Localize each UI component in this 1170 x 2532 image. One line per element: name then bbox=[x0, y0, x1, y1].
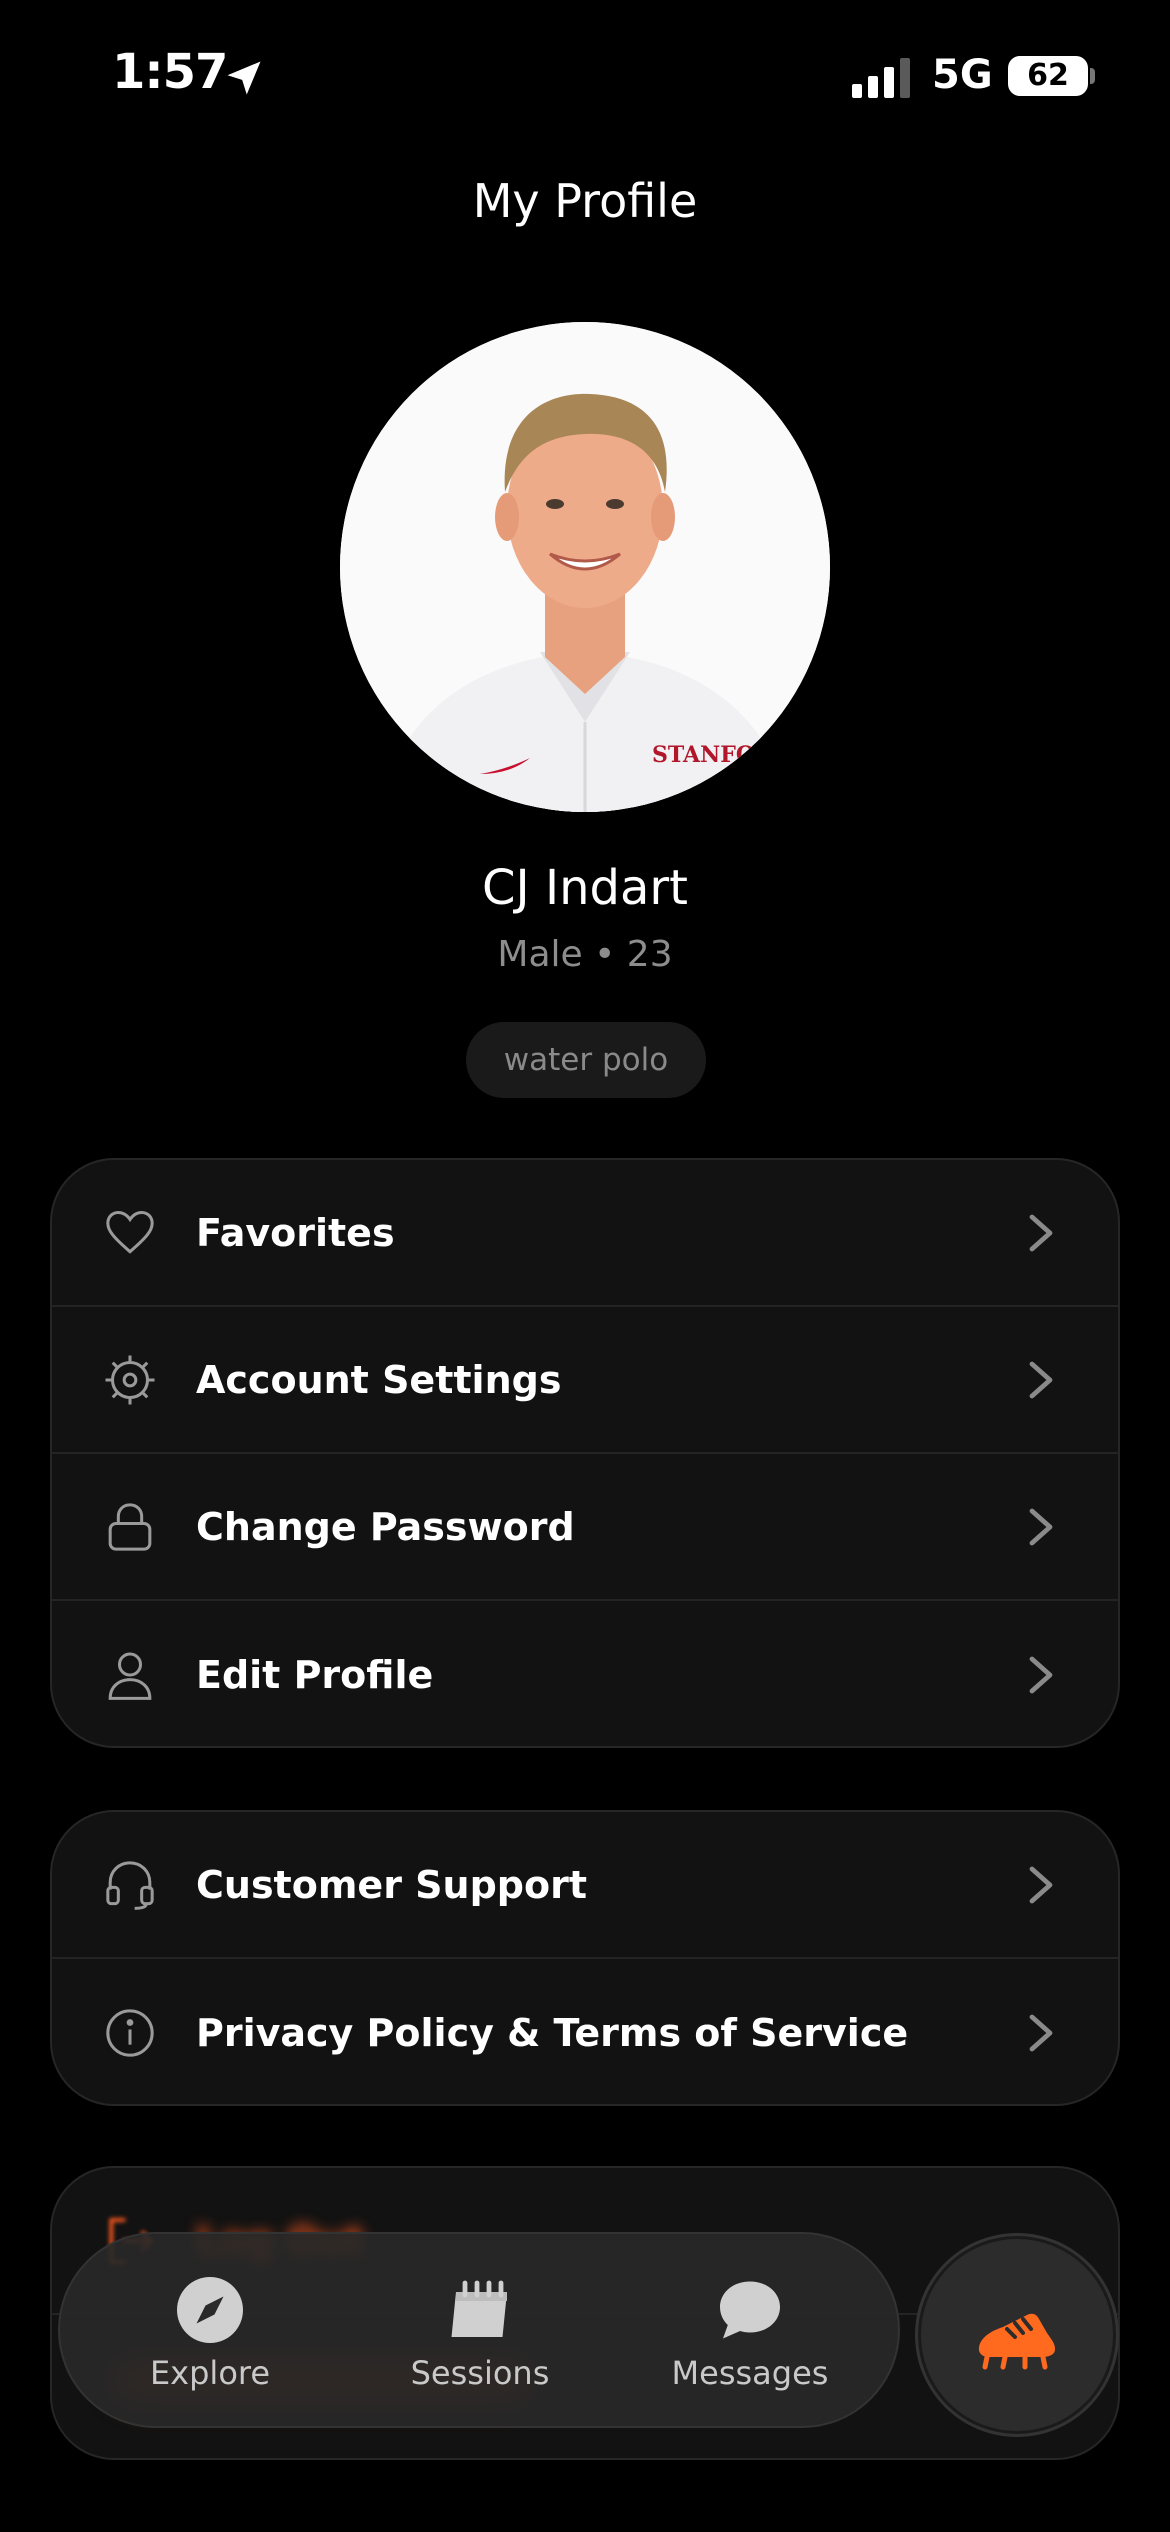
chevron-right-icon bbox=[1029, 1656, 1053, 1693]
battery-level: 62 bbox=[1008, 56, 1088, 96]
menu-item-label: Account Settings bbox=[196, 1357, 562, 1402]
avatar[interactable]: STANFORD bbox=[340, 322, 830, 812]
chevron-right-icon bbox=[1029, 1508, 1053, 1545]
status-bar: 1:57 5G 62 bbox=[0, 0, 1170, 150]
menu-item-label: Change Password bbox=[196, 1504, 575, 1549]
tab-label: Explore bbox=[149, 2354, 271, 2392]
tab-messages[interactable]: Messages bbox=[640, 2234, 860, 2426]
sport-tag: water polo bbox=[466, 1022, 706, 1098]
profile-name: CJ Indart bbox=[482, 860, 688, 916]
user-icon bbox=[108, 1651, 152, 1700]
calendar-icon bbox=[451, 2280, 507, 2337]
menu-item-label: Edit Profile bbox=[196, 1652, 434, 1697]
menu-item-change-password[interactable]: Change Password bbox=[52, 1454, 1118, 1601]
compass-icon bbox=[177, 2277, 243, 2343]
heart-icon bbox=[106, 1210, 154, 1254]
support-menu-card: Customer Support Privacy Policy & Terms … bbox=[50, 1810, 1120, 2106]
menu-item-label: Favorites bbox=[196, 1210, 395, 1255]
page-title: My Profile bbox=[472, 174, 698, 228]
menu-item-label: Customer Support bbox=[196, 1862, 588, 1907]
cleat-fab-button[interactable] bbox=[918, 2236, 1116, 2434]
chevron-right-icon bbox=[1029, 1361, 1053, 1398]
info-icon bbox=[106, 2008, 154, 2057]
menu-item-privacy-policy[interactable]: Privacy Policy & Terms of Service bbox=[52, 1959, 1118, 2104]
account-menu-card: Favorites Account Settings Change Passwo… bbox=[50, 1158, 1120, 1748]
battery-tip bbox=[1090, 68, 1095, 84]
cleat-icon bbox=[978, 2313, 1055, 2370]
chevron-right-icon bbox=[1029, 1214, 1053, 1251]
chevron-right-icon bbox=[1029, 1866, 1053, 1903]
gear-icon bbox=[105, 1355, 155, 1404]
chat-bubble-icon bbox=[720, 2281, 780, 2339]
menu-item-account-settings[interactable]: Account Settings bbox=[52, 1307, 1118, 1454]
signal-icon bbox=[852, 58, 910, 98]
tab-sessions[interactable]: Sessions bbox=[370, 2234, 590, 2426]
chevron-right-icon bbox=[1029, 2014, 1053, 2051]
menu-item-label: Privacy Policy & Terms of Service bbox=[196, 2010, 909, 2055]
menu-item-edit-profile[interactable]: Edit Profile bbox=[52, 1601, 1118, 1746]
tab-label: Sessions bbox=[410, 2354, 550, 2392]
menu-item-favorites[interactable]: Favorites bbox=[52, 1160, 1118, 1307]
menu-item-customer-support[interactable]: Customer Support bbox=[52, 1812, 1118, 1959]
status-time: 1:57 bbox=[112, 44, 228, 100]
tab-label: Messages bbox=[671, 2354, 829, 2392]
headset-icon bbox=[106, 1860, 154, 1910]
location-arrow-icon bbox=[227, 61, 261, 95]
profile-meta: Male • 23 bbox=[497, 934, 673, 975]
lock-icon bbox=[108, 1502, 152, 1551]
tab-bar: Explore Sessions Messages bbox=[58, 2232, 900, 2428]
network-type: 5G bbox=[932, 52, 993, 98]
svg-text:STANFORD: STANFORD bbox=[652, 742, 792, 768]
tab-explore[interactable]: Explore bbox=[100, 2234, 320, 2426]
profile-photo: STANFORD bbox=[340, 322, 830, 812]
